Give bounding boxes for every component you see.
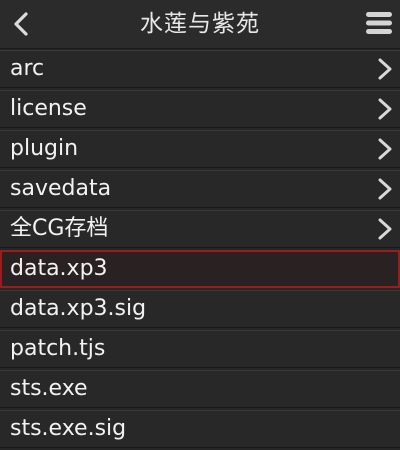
list-item-file[interactable]: data.xp3.sig <box>0 290 400 328</box>
list-item-file-selected[interactable]: data.xp3 <box>0 250 400 288</box>
list-item-file[interactable]: sts.exe.sig <box>0 410 400 448</box>
list-item-folder[interactable]: license <box>0 90 400 128</box>
back-button[interactable] <box>4 6 40 42</box>
chevron-right-icon <box>378 98 392 120</box>
list-item-label: license <box>10 96 87 121</box>
list-item-label: arc <box>10 56 45 81</box>
list-item-label: plugin <box>10 136 79 161</box>
chevron-left-icon <box>14 12 28 36</box>
list-item-folder[interactable]: savedata <box>0 170 400 208</box>
menu-button[interactable] <box>364 8 394 38</box>
file-browser-screen: 水莲与紫苑 arc license plugin savedata 全CG存档 <box>0 0 400 450</box>
chevron-right-icon <box>378 58 392 80</box>
list-item-label: savedata <box>10 176 112 201</box>
list-item-label: patch.tjs <box>10 336 106 361</box>
list-item-folder[interactable]: arc <box>0 50 400 88</box>
list-item-folder[interactable]: 全CG存档 <box>0 210 400 248</box>
chevron-right-icon <box>378 218 392 240</box>
page-title: 水莲与紫苑 <box>140 11 260 37</box>
chevron-right-icon <box>378 178 392 200</box>
list-item-label: sts.exe <box>10 376 88 401</box>
list-item-label: data.xp3.sig <box>10 296 147 321</box>
file-list: arc license plugin savedata 全CG存档 data.x… <box>0 50 400 450</box>
list-item-label: data.xp3 <box>10 256 108 281</box>
list-item-file[interactable]: sts.exe <box>0 370 400 408</box>
chevron-right-icon <box>378 138 392 160</box>
list-item-label: 全CG存档 <box>10 216 109 241</box>
hamburger-menu-icon <box>366 12 392 34</box>
list-item-folder[interactable]: plugin <box>0 130 400 168</box>
title-bar: 水莲与紫苑 <box>0 0 400 49</box>
list-item-file[interactable]: patch.tjs <box>0 330 400 368</box>
list-item-label: sts.exe.sig <box>10 416 127 441</box>
